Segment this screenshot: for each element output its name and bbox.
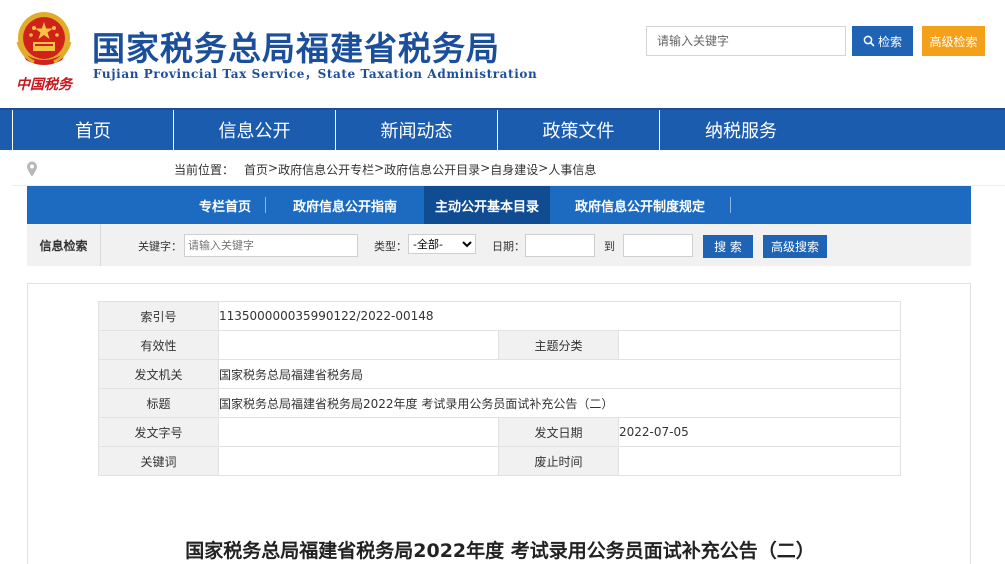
- top-advanced-search-button[interactable]: 高级检索: [922, 26, 985, 56]
- china-tax-logo: 中国税务: [16, 77, 72, 93]
- search-icon: [863, 35, 875, 47]
- table-row: 标题 国家税务总局福建省税务局2022年度 考试录用公务员面试补充公告（二）: [98, 388, 901, 418]
- top-search-input[interactable]: [646, 26, 846, 56]
- breadcrumb-item-self-building[interactable]: 自身建设: [490, 161, 538, 178]
- nav-item-news[interactable]: 新闻动态: [336, 110, 498, 150]
- issue-date-label: 发文日期: [498, 417, 619, 447]
- tab-basic-catalog[interactable]: 主动公开基本目录: [424, 186, 550, 224]
- top-search-button-label: 检索: [877, 34, 902, 49]
- breadcrumb-item-personnel[interactable]: 人事信息: [548, 161, 596, 178]
- breadcrumb-prefix: 当前位置：: [174, 163, 235, 177]
- article-title: 国家税务总局福建省税务局2022年度 考试录用公务员面试补充公告（二）: [185, 540, 815, 562]
- index-label: 索引号: [98, 301, 219, 331]
- title-value: 国家税务总局福建省税务局2022年度 考试录用公务员面试补充公告（二）: [218, 388, 901, 418]
- issue-date-value: 2022-07-05: [618, 417, 901, 447]
- breadcrumb-separator: >: [480, 161, 491, 175]
- breadcrumb-item-home[interactable]: 首页: [244, 161, 268, 178]
- site-subtitle: Fujian Provincial Tax Service，State Taxa…: [93, 67, 538, 81]
- doc-number-value: [218, 417, 499, 447]
- breadcrumb-bar: 当前位置： 首页 > 政府信息公开专栏 > 政府信息公开目录 > 自身建设 > …: [12, 150, 1005, 186]
- keywords-value: [218, 446, 499, 476]
- expire-value: [618, 446, 901, 476]
- table-row: 有效性 主题分类: [98, 330, 901, 360]
- keyword-label: 关键字：: [138, 240, 182, 253]
- tab-disclosure-guide[interactable]: 政府信息公开指南: [266, 186, 424, 224]
- document-info-table: 索引号 113500000035990122/2022-00148 有效性 主题…: [98, 301, 901, 476]
- table-row: 索引号 113500000035990122/2022-00148: [98, 301, 901, 331]
- breadcrumb-item-catalog[interactable]: 政府信息公开目录: [384, 161, 480, 178]
- breadcrumb-separator: >: [268, 161, 279, 175]
- tab-column-home[interactable]: 专栏首页: [185, 186, 265, 224]
- date-label: 日期：: [492, 240, 525, 253]
- nav-item-info-disclosure[interactable]: 信息公开: [174, 110, 336, 150]
- tab-disclosure-rules[interactable]: 政府信息公开制度规定: [550, 186, 730, 224]
- breadcrumb: 当前位置： 首页 > 政府信息公开专栏 > 政府信息公开目录 > 自身建设 > …: [174, 161, 596, 178]
- validity-label: 有效性: [98, 330, 219, 360]
- site-header: 中国税务 国家税务总局福建省税务局 Fujian Provincial Tax …: [0, 0, 1005, 108]
- location-pin-icon: [27, 161, 37, 177]
- filter-advanced-button[interactable]: 高级搜索: [763, 235, 827, 258]
- site-title[interactable]: 国家税务总局福建省税务局: [92, 22, 500, 70]
- validity-value: [218, 330, 499, 360]
- topic-label: 主题分类: [498, 330, 619, 360]
- type-label: 类型：: [374, 240, 407, 253]
- keyword-input[interactable]: [184, 234, 358, 257]
- table-row: 发文字号 发文日期 2022-07-05: [98, 417, 901, 447]
- info-search-bar: 信息检索 关键字： 类型： -全部- 日期： 到 搜 索 高级搜索: [27, 224, 971, 266]
- date-to-label: 到: [604, 240, 615, 253]
- content-panel: 索引号 113500000035990122/2022-00148 有效性 主题…: [27, 283, 971, 564]
- info-search-title: 信息检索: [27, 224, 101, 266]
- date-from-input[interactable]: [525, 234, 595, 257]
- expire-label: 废止时间: [498, 446, 619, 476]
- type-select[interactable]: -全部-: [408, 234, 476, 254]
- date-to-input[interactable]: [623, 234, 693, 257]
- breadcrumb-separator: >: [374, 161, 385, 175]
- nav-item-tax-service[interactable]: 纳税服务: [660, 110, 822, 150]
- main-nav: 首页 信息公开 新闻动态 政策文件 纳税服务: [0, 108, 1005, 150]
- title-label: 标题: [98, 388, 219, 418]
- topic-value: [618, 330, 901, 360]
- issuer-label: 发文机关: [98, 359, 219, 389]
- sub-nav: 专栏首页 政府信息公开指南 主动公开基本目录 政府信息公开制度规定: [27, 186, 971, 224]
- doc-number-label: 发文字号: [98, 417, 219, 447]
- nav-item-home[interactable]: 首页: [12, 110, 174, 150]
- issuer-value: 国家税务总局福建省税务局: [218, 359, 901, 389]
- breadcrumb-separator: >: [538, 161, 549, 175]
- national-emblem-icon: [16, 12, 72, 65]
- top-search-button[interactable]: 检索: [852, 26, 913, 56]
- table-row: 发文机关 国家税务总局福建省税务局: [98, 359, 901, 389]
- nav-item-policy[interactable]: 政策文件: [498, 110, 660, 150]
- filter-search-button[interactable]: 搜 索: [703, 235, 753, 258]
- breadcrumb-item-column[interactable]: 政府信息公开专栏: [278, 161, 374, 178]
- table-row: 关键词 废止时间: [98, 446, 901, 476]
- index-value: 113500000035990122/2022-00148: [218, 301, 901, 331]
- keywords-label: 关键词: [98, 446, 219, 476]
- tab-separator: [730, 197, 731, 213]
